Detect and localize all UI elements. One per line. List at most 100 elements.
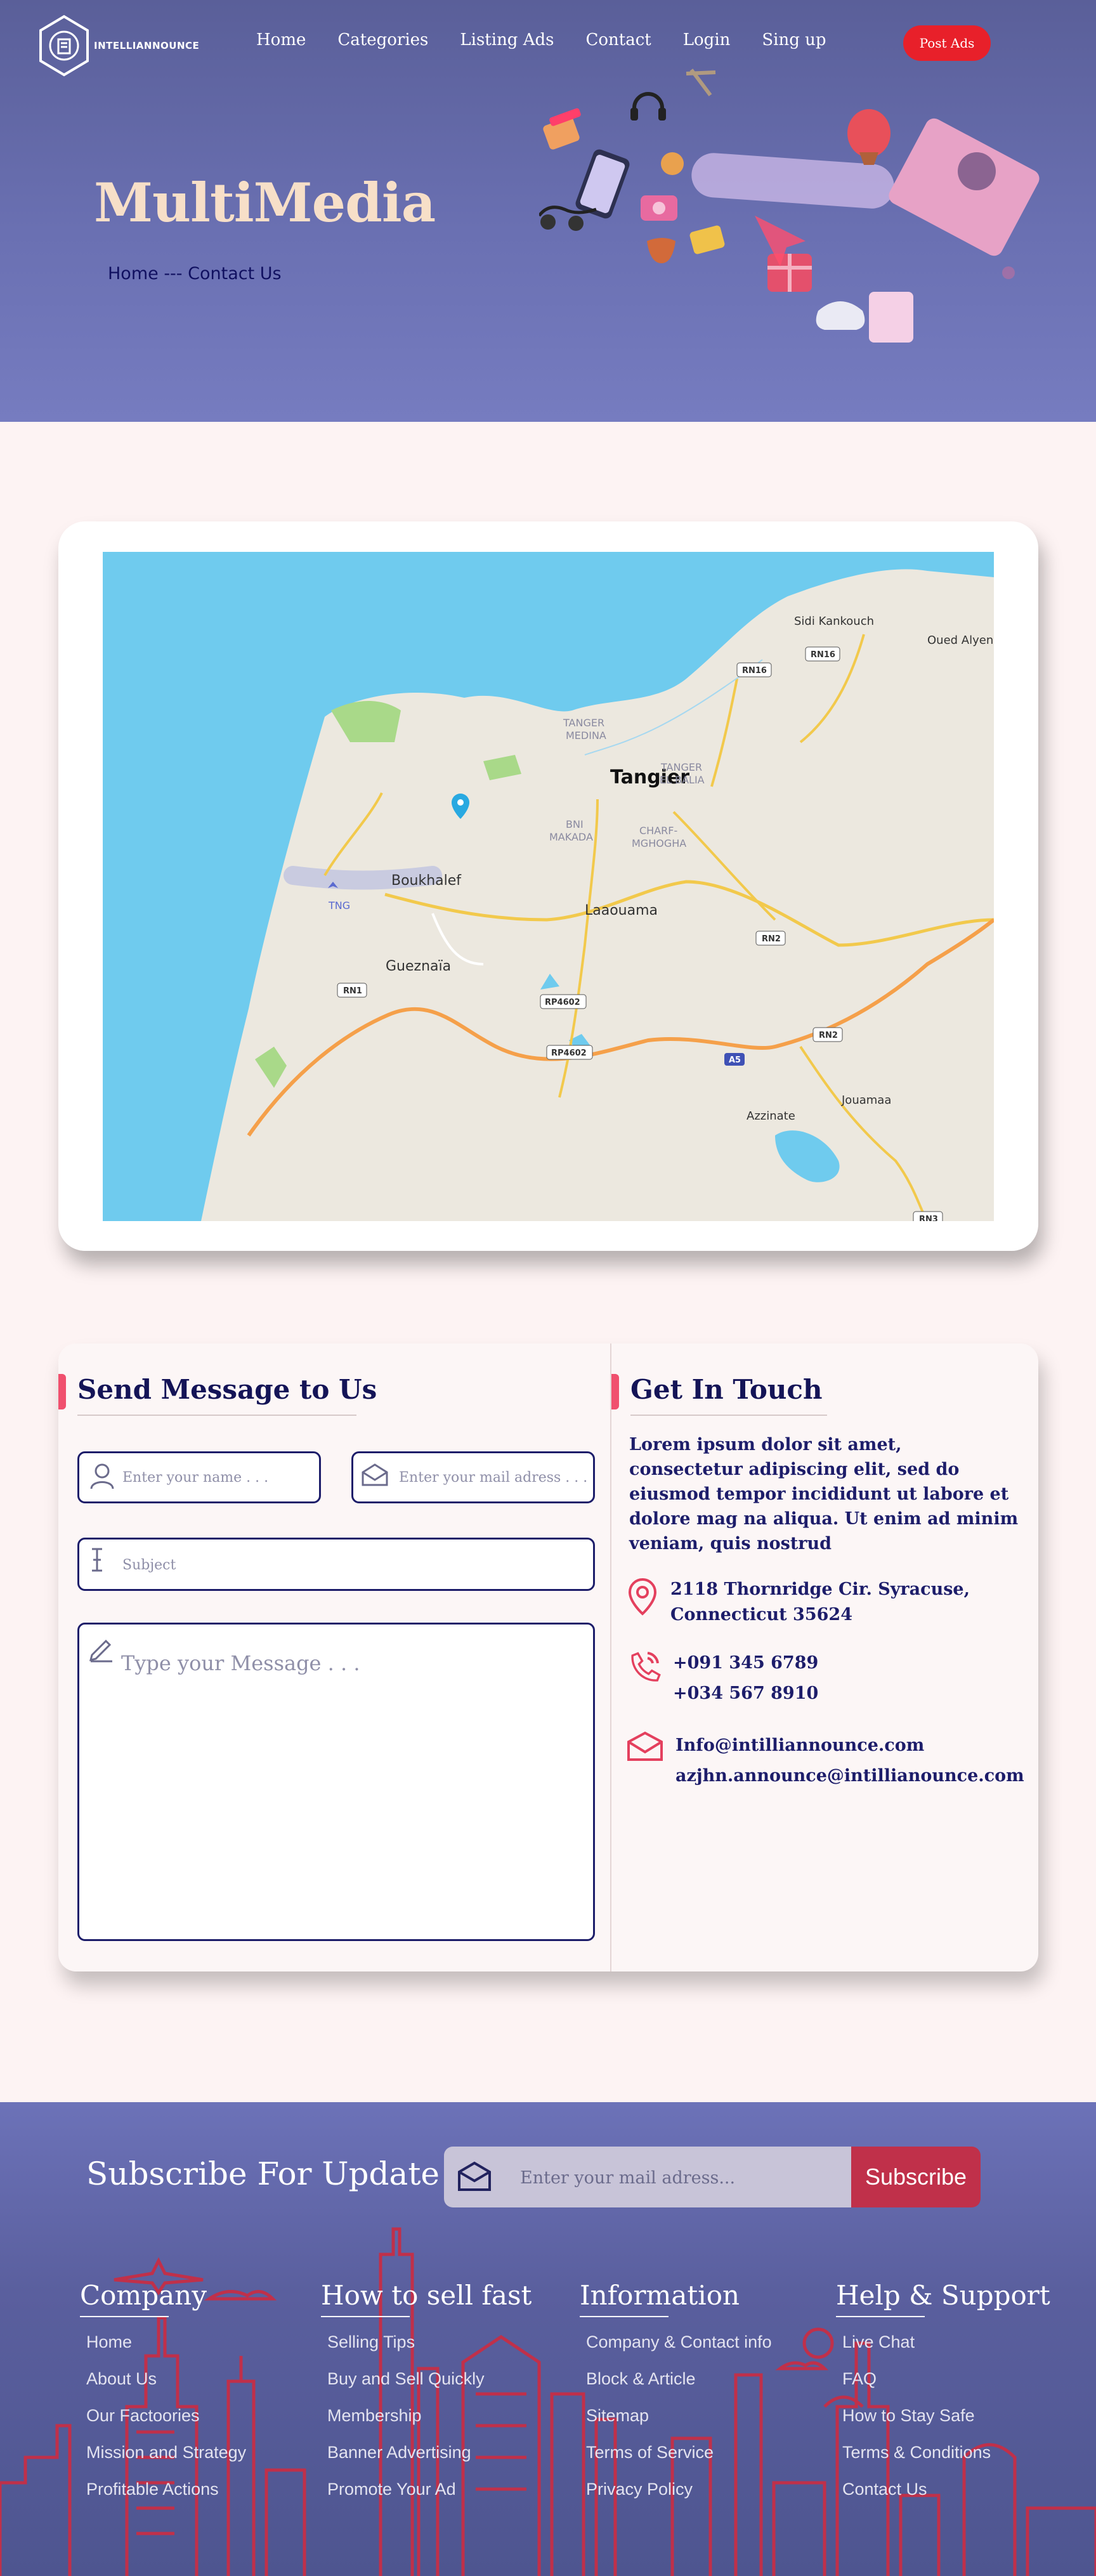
message-textarea[interactable]: Type your Message . . . (77, 1623, 595, 1941)
footer-link[interactable]: Terms of Service (586, 2443, 772, 2480)
map-canvas[interactable]: Tangier TANGER MEDINA TANGER EL BALIA BN… (103, 552, 994, 1221)
get-in-touch-title: Get In Touch (630, 1374, 823, 1405)
svg-text:CHARF-: CHARF- (639, 825, 677, 837)
footer-link[interactable]: Block & Article (586, 2369, 772, 2406)
subscribe-email-input[interactable]: Enter your mail adress... (444, 2147, 851, 2207)
svg-text:RP4602: RP4602 (551, 1049, 587, 1058)
subscribe-form: Enter your mail adress... Subscribe (444, 2147, 981, 2207)
email-placeholder: Enter your mail adress . . . (399, 1470, 588, 1486)
footer-col-title: Company (80, 2280, 207, 2311)
logo-hexagon-icon (39, 15, 89, 77)
svg-text:RN16: RN16 (811, 650, 835, 660)
svg-text:EL BALIA: EL BALIA (660, 774, 705, 786)
name-placeholder: Enter your name . . . (122, 1470, 269, 1486)
svg-text:RN1: RN1 (343, 986, 362, 996)
svg-text:BNI: BNI (566, 818, 584, 830)
svg-text:Gueznaïa: Gueznaïa (386, 958, 451, 974)
pencil-edit-icon (89, 1639, 112, 1663)
title-underline (77, 1415, 356, 1416)
footer-col-underline (321, 2316, 410, 2317)
footer-col-company: Company Home About Us Our Factoories Mis… (80, 2280, 246, 2516)
svg-text:Boukhalef: Boukhalef (391, 873, 462, 889)
nav-contact[interactable]: Contact (585, 30, 651, 49)
nav-listing-ads[interactable]: Listing Ads (460, 30, 554, 49)
email-1[interactable]: Info@intilliannounce.com (675, 1730, 1024, 1761)
svg-text:MEDINA: MEDINA (566, 729, 606, 742)
footer-link[interactable]: Company & Contact info (586, 2332, 772, 2369)
subscribe-button[interactable]: Subscribe (851, 2147, 981, 2207)
footer-link[interactable]: Buy and Sell Quickly (327, 2369, 532, 2406)
svg-text:TNG: TNG (328, 899, 350, 912)
footer-link[interactable]: Privacy Policy (586, 2480, 772, 2516)
nav-categories[interactable]: Categories (337, 30, 428, 49)
footer-link[interactable]: FAQ (842, 2369, 1050, 2406)
svg-text:RN3: RN3 (919, 1215, 938, 1221)
get-in-touch-text: Lorem ipsum dolor sit amet, consectetur … (629, 1435, 1019, 1553)
hero-illustration (539, 69, 1040, 343)
envelope-open-icon (362, 1463, 388, 1486)
contact-section: Send Message to Us Enter your name . . .… (58, 1344, 1038, 1971)
footer-link[interactable]: About Us (86, 2369, 246, 2406)
footer-link[interactable]: Sitemap (586, 2406, 772, 2443)
post-ads-button[interactable]: Post Ads (903, 25, 991, 61)
svg-text:Sidi Kankouch: Sidi Kankouch (794, 615, 874, 628)
breadcrumb[interactable]: Home --- Contact Us (108, 264, 282, 284)
user-icon (90, 1463, 114, 1489)
phone-row: +091 345 6789 +034 567 8910 (626, 1648, 818, 1709)
name-field[interactable]: Enter your name . . . (77, 1451, 321, 1503)
address-line-1: 2118 Thornridge Cir. Syracuse, (670, 1579, 970, 1599)
footer-col-underline (580, 2316, 669, 2317)
subject-placeholder: Subject (122, 1557, 176, 1573)
location-map[interactable]: Tangier TANGER MEDINA TANGER EL BALIA BN… (103, 552, 994, 1221)
footer-link[interactable]: Promote Your Ad (327, 2480, 532, 2516)
envelope-icon (458, 2161, 491, 2191)
footer-link[interactable]: Mission and Strategy (86, 2443, 246, 2480)
address-row: 2118 Thornridge Cir. Syracuse, Connectic… (626, 1577, 970, 1628)
footer-link[interactable]: Banner Advertising (327, 2443, 532, 2480)
phone-icon (631, 1652, 661, 1682)
svg-text:Laaouama: Laaouama (585, 903, 658, 919)
footer-link[interactable]: Profitable Actions (86, 2480, 246, 2516)
page-title: MultiMedia (94, 171, 436, 234)
svg-text:RN2: RN2 (819, 1031, 838, 1040)
footer-link[interactable]: Selling Tips (327, 2332, 532, 2369)
email-field[interactable]: Enter your mail adress . . . (351, 1451, 595, 1503)
svg-text:RP4602: RP4602 (545, 998, 580, 1007)
footer-link[interactable]: Home (86, 2332, 246, 2369)
email-row: Info@intilliannounce.com azjhn.announce@… (626, 1730, 1024, 1791)
email-2[interactable]: azjhn.announce@intillianounce.com (675, 1761, 1024, 1791)
phone-2[interactable]: +034 567 8910 (673, 1678, 818, 1709)
subject-field[interactable]: Subject (77, 1538, 595, 1591)
section-accent-bar (611, 1374, 619, 1409)
svg-text:Oued Alyen: Oued Alyen (927, 634, 993, 647)
message-placeholder: Type your Message . . . (121, 1651, 360, 1675)
map-card: Tangier TANGER MEDINA TANGER EL BALIA BN… (58, 521, 1038, 1251)
svg-text:RN16: RN16 (742, 666, 767, 676)
footer-link[interactable]: Terms & Conditions (842, 2443, 1050, 2480)
svg-text:A5: A5 (729, 1056, 741, 1065)
footer-link[interactable]: Live Chat (842, 2332, 1050, 2369)
svg-text:MGHOGHA: MGHOGHA (632, 837, 686, 849)
main-nav: Home Categories Listing Ads Contact Logi… (256, 30, 858, 49)
logo[interactable]: INTELLIANNOUNCE (37, 14, 199, 77)
svg-text:TANGER: TANGER (660, 761, 702, 773)
logo-text: INTELLIANNOUNCE (94, 40, 200, 51)
footer-col-title: Information (580, 2280, 740, 2311)
svg-text:TANGER: TANGER (563, 717, 604, 729)
footer-link[interactable]: Our Factoories (86, 2406, 246, 2443)
footer-col-title: How to sell fast (321, 2280, 532, 2311)
footer-link[interactable]: Membership (327, 2406, 532, 2443)
nav-signup[interactable]: Sing up (762, 30, 826, 49)
footer-col-information: Information Company & Contact info Block… (580, 2280, 772, 2516)
address-line-2: Connecticut 35624 (670, 1605, 852, 1625)
footer-col-title: Help & Support (836, 2280, 1050, 2311)
footer: Subscribe For Update Enter your mail adr… (0, 2102, 1096, 2576)
nav-home[interactable]: Home (256, 30, 306, 49)
send-message-title: Send Message to Us (77, 1374, 377, 1405)
hero-banner: INTELLIANNOUNCE Home Categories Listing … (0, 0, 1096, 422)
footer-col-underline (80, 2316, 169, 2317)
nav-login[interactable]: Login (683, 30, 731, 49)
footer-link[interactable]: Contact Us (842, 2480, 1050, 2516)
footer-link[interactable]: How to Stay Safe (842, 2406, 1050, 2443)
phone-1[interactable]: +091 345 6789 (673, 1648, 818, 1678)
